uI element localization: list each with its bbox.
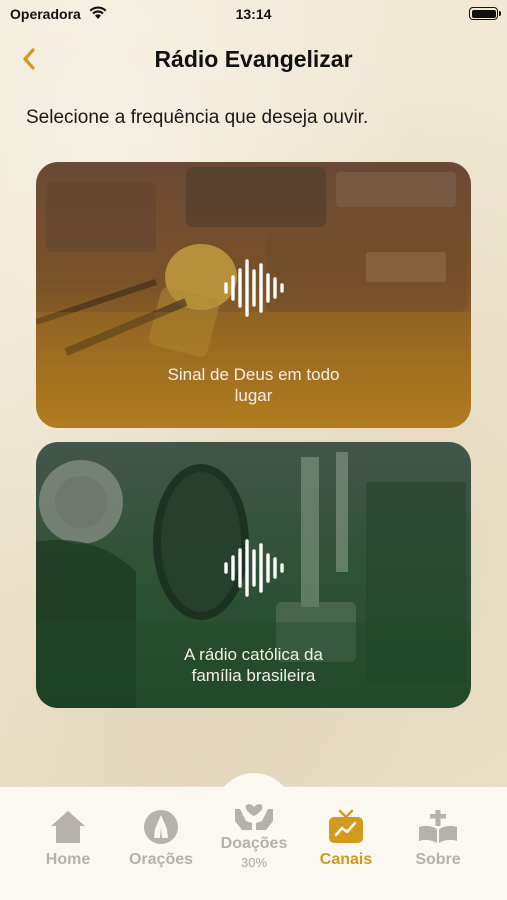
- page-title: Rádio Evangelizar: [154, 46, 353, 72]
- tab-label: Home: [45, 851, 91, 868]
- sound-wave-icon: [224, 539, 284, 597]
- tab-sobre[interactable]: Sobre: [393, 807, 483, 869]
- clock: 13:14: [235, 6, 272, 22]
- caption-line-1: A rádio católica da: [184, 645, 323, 664]
- tab-home[interactable]: Home: [23, 807, 113, 869]
- frequency-card-radio-catolica[interactable]: A rádio católica da família brasileira: [36, 442, 471, 708]
- frequency-card-sinal-de-deus[interactable]: Sinal de Deus em todo lugar: [36, 162, 471, 428]
- card-caption: A rádio católica da família brasileira: [36, 644, 471, 686]
- tab-label: Canais: [319, 851, 373, 868]
- tab-bar: Home Orações Doações 30% Canais Sobre: [0, 773, 507, 900]
- caption-line-1: Sinal de Deus em todo: [167, 365, 340, 384]
- tab-doacoes[interactable]: Doações 30%: [209, 793, 299, 870]
- card-caption: Sinal de Deus em todo lugar: [36, 364, 471, 406]
- caption-line-2: lugar: [234, 386, 273, 405]
- caption-line-2: família brasileira: [191, 666, 316, 685]
- praying-hands-icon: [144, 810, 178, 844]
- tab-label: Doações: [220, 835, 288, 852]
- tab-label: Orações: [128, 851, 194, 868]
- instruction-text: Selecione a frequência que deseja ouvir.: [26, 107, 369, 128]
- tab-label: Sobre: [415, 851, 461, 868]
- tv-icon: [329, 809, 363, 843]
- heart-hands-icon: [235, 804, 273, 830]
- donation-progress-label: 30%: [240, 855, 268, 870]
- tab-oracoes[interactable]: Orações: [116, 807, 206, 869]
- home-icon: [51, 811, 85, 843]
- bible-cross-icon: [419, 810, 457, 843]
- tab-canais[interactable]: Canais: [301, 807, 391, 869]
- status-bar: Operadora 13:14: [0, 0, 507, 30]
- sound-wave-icon: [224, 259, 284, 317]
- battery-icon: [469, 7, 501, 20]
